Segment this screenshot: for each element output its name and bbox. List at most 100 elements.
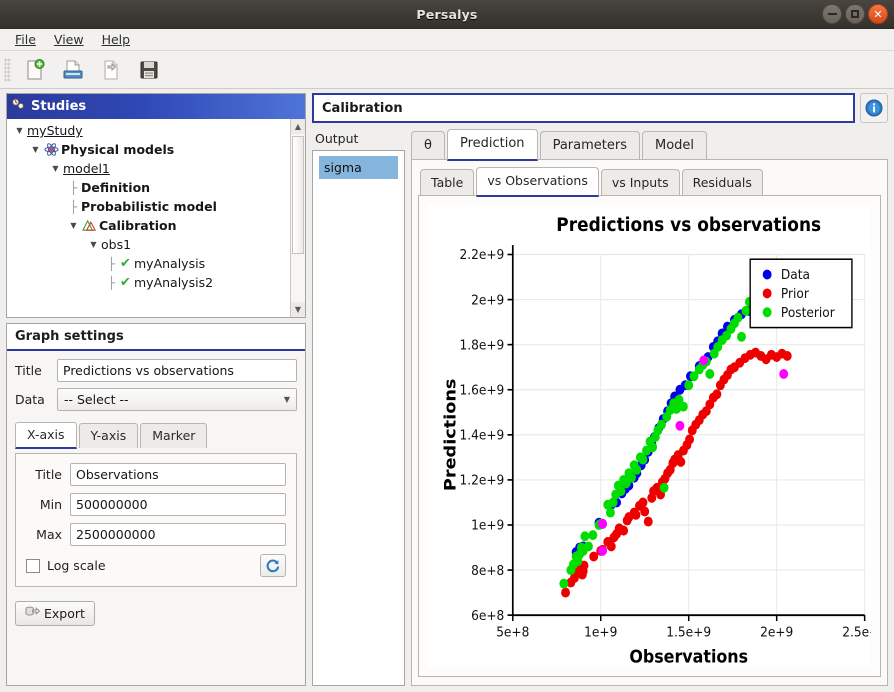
graph-data-row: Data -- Select -- ▼ [15, 388, 297, 411]
log-scale-row: Log scale [26, 554, 286, 577]
tab-vs-inputs[interactable]: vs Inputs [600, 169, 680, 196]
studies-tree-body: ▼ myStudy ▼ Physical models ▼ model1 ├ D… [7, 119, 305, 317]
refresh-icon[interactable] [260, 554, 286, 577]
tree-item-myanalysis[interactable]: ├ ✔ myAnalysis [7, 254, 305, 273]
save-icon[interactable] [133, 55, 165, 85]
tree-item-label: Definition [81, 180, 151, 195]
window-title: Persalys [416, 6, 478, 22]
minimize-icon[interactable] [822, 4, 842, 24]
tree-scrollbar[interactable]: ▲ ▼ [290, 119, 305, 317]
tree-connector-icon: ├ [69, 199, 78, 214]
tree-item-label: model1 [63, 161, 110, 176]
scroll-up-icon[interactable]: ▲ [291, 119, 305, 134]
tree-scrollbar-track[interactable] [291, 134, 305, 302]
tab-marker[interactable]: Marker [140, 423, 208, 448]
tree-item-mystudy[interactable]: ▼ myStudy [7, 121, 305, 140]
tree-item-probabilistic-model[interactable]: ├ Probabilistic model [7, 197, 305, 216]
axis-tab-panel: Title Observations Min 500000000 Max 250… [15, 453, 297, 587]
panel-header-row: Calibration [312, 93, 888, 123]
tree-item-model1[interactable]: ▼ model1 [7, 159, 305, 178]
output-list[interactable]: sigma [312, 150, 405, 686]
graph-data-select[interactable]: -- Select -- ▼ [57, 388, 297, 411]
tab-theta[interactable]: θ [411, 131, 445, 160]
chevron-down-icon[interactable]: ▼ [87, 240, 100, 249]
log-scale-checkbox[interactable] [26, 558, 40, 573]
tab-residuals[interactable]: Residuals [681, 169, 763, 196]
tab-parameters[interactable]: Parameters [539, 131, 640, 160]
tree-item-label: obs1 [101, 237, 132, 252]
graph-title-label: Title [15, 363, 42, 378]
svg-text:1.5e+9: 1.5e+9 [666, 625, 711, 641]
axis-tabs: X-axis Y-axis Marker [15, 421, 297, 449]
menu-file[interactable]: File [6, 30, 45, 49]
export-button[interactable]: Export [15, 601, 95, 626]
scatter-plot-svg: 6e+8 8e+8 1e+9 1.2e+9 1.4e+9 1.6e+9 1.8e+9 2e+9… [428, 205, 871, 667]
axis-max-label: Max [36, 527, 62, 542]
tree-connector-icon: ├ [107, 256, 116, 271]
chevron-down-icon: ▼ [283, 395, 290, 404]
right-column: Calibration Output sigma θ Prediction Pa… [312, 93, 888, 686]
svg-text:1.6e+9: 1.6e+9 [459, 383, 504, 399]
graph-title-input[interactable]: Predictions vs observations [57, 359, 297, 382]
maximize-icon[interactable] [845, 4, 865, 24]
svg-text:1e+9: 1e+9 [584, 625, 617, 641]
tab-table[interactable]: Table [420, 169, 475, 196]
tree-item-calibration[interactable]: ▼ Calibration [7, 216, 305, 235]
calibration-icon [80, 219, 98, 232]
tab-model[interactable]: Model [641, 131, 708, 160]
tree-connector-icon: ├ [107, 275, 116, 290]
graph-settings-panel: Graph settings Title Predictions vs obse… [6, 323, 306, 686]
chevron-down-icon[interactable]: ▼ [29, 145, 42, 154]
svg-text:2e+9: 2e+9 [471, 293, 504, 309]
graph-data-label: Data [15, 392, 45, 407]
studies-tree-header: Studies [7, 94, 305, 119]
svg-text:1.8e+9: 1.8e+9 [459, 338, 504, 354]
svg-text:1e+9: 1e+9 [471, 518, 504, 534]
studies-tree-panel: Studies ▼ myStudy ▼ Physical models ▼ mo… [6, 93, 306, 318]
chevron-down-icon[interactable]: ▼ [13, 126, 26, 135]
svg-text:Posterior: Posterior [781, 305, 835, 321]
check-icon: ✔ [120, 275, 131, 290]
new-study-icon[interactable] [19, 55, 51, 85]
tree-item-definition[interactable]: ├ Definition [7, 178, 305, 197]
axis-min-input[interactable]: 500000000 [70, 493, 286, 516]
svg-text:1.2e+9: 1.2e+9 [459, 473, 504, 489]
open-study-icon[interactable] [57, 55, 89, 85]
svg-text:2.2e+9: 2.2e+9 [459, 248, 504, 264]
axis-title-label: Title [35, 467, 62, 482]
prediction-tabs: θ Prediction Parameters Model [411, 128, 888, 161]
menu-help[interactable]: Help [93, 30, 140, 49]
window-controls: ✕ [822, 4, 888, 24]
chevron-down-icon[interactable]: ▼ [67, 221, 80, 230]
import-icon[interactable] [95, 55, 127, 85]
tree-item-physical-models[interactable]: ▼ Physical models [7, 140, 305, 159]
info-icon[interactable] [860, 93, 888, 123]
tab-vs-observations[interactable]: vs Observations [476, 167, 599, 197]
atom-icon [42, 142, 60, 157]
svg-text:8e+8: 8e+8 [471, 563, 504, 579]
axis-title-input[interactable]: Observations [70, 463, 286, 486]
menu-view[interactable]: View [45, 30, 93, 49]
studies-icon [11, 97, 26, 116]
tab-prediction[interactable]: Prediction [446, 129, 538, 161]
scroll-down-icon[interactable]: ▼ [291, 302, 305, 317]
tree-item-obs1[interactable]: ▼ obs1 [7, 235, 305, 254]
toolbar-grip[interactable] [4, 57, 11, 82]
tree-scrollbar-thumb[interactable] [292, 136, 304, 254]
tree-connector-icon: ├ [69, 180, 78, 195]
tree-item-label: myAnalysis [134, 256, 206, 271]
tab-y-axis[interactable]: Y-axis [78, 423, 139, 448]
axis-max-input[interactable]: 2500000000 [70, 523, 286, 546]
predictions-vs-observations-chart[interactable]: 6e+8 8e+8 1e+9 1.2e+9 1.4e+9 1.6e+9 1.8e+9 2e+9… [428, 205, 871, 667]
list-item[interactable]: sigma [319, 156, 398, 179]
window-titlebar: Persalys ✕ [0, 0, 894, 29]
prediction-subtabs: Table vs Observations vs Inputs Residual… [420, 166, 881, 197]
tree-item-label: myStudy [27, 123, 83, 138]
tab-x-axis[interactable]: X-axis [15, 422, 77, 449]
menubar: File View Help [0, 29, 894, 51]
tree-item-myanalysis2[interactable]: ├ ✔ myAnalysis2 [7, 273, 305, 292]
chevron-down-icon[interactable]: ▼ [49, 164, 62, 173]
prediction-tab-panel: Table vs Observations vs Inputs Residual… [411, 159, 888, 686]
close-icon[interactable]: ✕ [868, 4, 888, 24]
toolbar [0, 51, 894, 89]
